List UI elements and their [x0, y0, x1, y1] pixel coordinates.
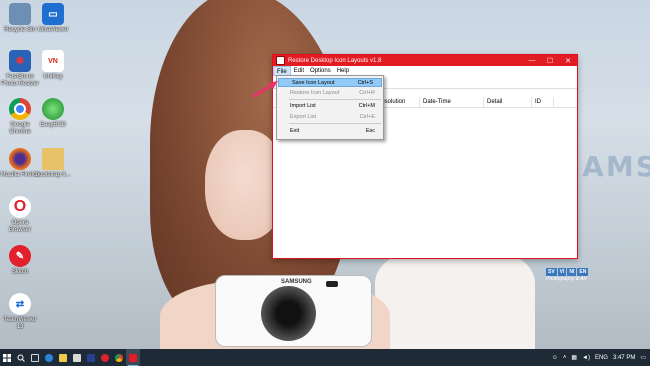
teamviewer-icon: ⇄ [9, 293, 31, 315]
camera-lens [261, 286, 316, 341]
menu-item-label: Restore Icon Layout [290, 89, 340, 96]
taskbar-photoshop-icon[interactable] [84, 349, 98, 366]
menu-item-shortcut: Ctrl+S [357, 79, 373, 86]
maximize-button[interactable]: ☐ [541, 57, 559, 65]
camera-brand: SAMSUNG [281, 279, 312, 285]
column-divider [531, 97, 532, 107]
notifications-icon[interactable]: ▭ [640, 354, 646, 361]
window-titlebar[interactable]: Restore Desktop Icon Layouts v1.8 — ☐ ✕ [273, 55, 577, 66]
menu-item-shortcut: Ctrl+R [359, 89, 375, 96]
logo-part: SV [546, 268, 557, 276]
desktop-icon-teamviewer[interactable]: ⇄ TeamViewer 13 [0, 293, 40, 331]
desktop-icon-bootstrap-folder[interactable]: bootstrap li... [33, 148, 73, 179]
easybcd-icon [42, 98, 64, 120]
logo-part: NI [567, 268, 577, 276]
logo-caption: Photography & Art [546, 276, 587, 282]
menu-item-shortcut: Esc [365, 127, 375, 134]
menu-item-shortcut: Ctrl+M [358, 102, 375, 109]
folder-icon [42, 148, 64, 170]
system-tray: ☺ ˄ ▦ ◄) ENG 3:47 PM ▭ [552, 349, 650, 366]
desktop-icon-unikey[interactable]: VN UniKey [33, 50, 73, 81]
network-icon[interactable]: ▦ [571, 354, 577, 361]
taskbar-opera-icon[interactable] [98, 349, 112, 366]
close-button[interactable]: ✕ [559, 57, 577, 65]
desktop-icon-easybcd[interactable]: EasyBCD [33, 98, 73, 129]
taskbar-file-explorer-icon[interactable] [56, 349, 70, 366]
minimize-button[interactable]: — [523, 57, 541, 64]
menu-separator [289, 99, 381, 100]
menu-item-exit[interactable]: Exit Esc [277, 126, 383, 135]
desktop-icon-skitch[interactable]: ✎ Skitch [0, 245, 40, 276]
taskbar-store-icon[interactable] [70, 349, 84, 366]
opera-icon: O [9, 196, 31, 218]
column-detail[interactable]: Detail [487, 99, 502, 105]
window-title: Restore Desktop Icon Layouts v1.8 [288, 57, 382, 64]
menu-item-save-icon-layout[interactable]: Save Icon Layout Ctrl+S [278, 78, 382, 87]
search-icon[interactable] [14, 349, 28, 366]
menu-separator [289, 123, 381, 124]
logo-part: VI [557, 268, 567, 276]
annotation-arrow-icon [252, 81, 278, 98]
app-icon [276, 56, 285, 65]
skitch-icon: ✎ [9, 245, 31, 267]
menu-item-shortcut: Ctrl+E [359, 113, 375, 120]
language-indicator[interactable]: ENG [595, 355, 608, 361]
taskbar-chrome-icon[interactable] [112, 349, 126, 366]
file-dropdown-menu: Save Icon Layout Ctrl+S Restore Icon Lay… [276, 75, 384, 140]
wallpaper-camera: SAMSUNG [215, 275, 372, 347]
tray-chevron-up-icon[interactable]: ˄ [563, 355, 567, 361]
windows-start-icon[interactable] [0, 349, 14, 366]
desktop-icon-label: bootstrap li... [35, 172, 71, 178]
ultraviewer-icon: ▭ [42, 3, 64, 25]
desktop-icon-opera[interactable]: O Opera Browser [0, 196, 40, 234]
desktop-icon-label: Opera Browser [8, 220, 31, 233]
menu-item-label: Export List [290, 113, 316, 120]
wallpaper-shirt [375, 250, 535, 349]
desktop-icon-label: TeamViewer 13 [3, 317, 37, 330]
desktop-icon-label: UltraViewer [37, 27, 69, 33]
menu-item-label: Import List [290, 102, 316, 109]
taskbar-edge-icon[interactable] [42, 349, 56, 366]
column-divider [419, 97, 420, 107]
menu-item-export-list[interactable]: Export List Ctrl+E [277, 112, 383, 121]
taskbar-task-view-icon[interactable] [28, 349, 42, 366]
recycle-bin-icon [9, 3, 31, 25]
wallpaper-logo: SV VI NI EN Photography & Art [546, 268, 594, 288]
menu-item-label: Exit [290, 127, 300, 134]
desktop-icon-label: EasyBCD [39, 122, 66, 128]
taskbar-restore-icon-layouts-icon[interactable] [126, 349, 140, 366]
people-icon[interactable]: ☺ [552, 355, 558, 361]
volume-icon[interactable]: ◄) [582, 355, 590, 361]
chrome-icon [9, 98, 31, 120]
faststone-icon: ✱ [9, 50, 31, 72]
desktop-icon-label: UniKey [43, 74, 63, 80]
camera-lcd [326, 281, 338, 287]
unikey-icon: VN [42, 50, 64, 72]
desktop-icon-label: Skitch [11, 269, 29, 275]
menu-item-restore-icon-layout[interactable]: Restore Icon Layout Ctrl+R [277, 88, 383, 97]
clock[interactable]: 3:47 PM [613, 355, 635, 361]
column-id[interactable]: ID [535, 99, 541, 105]
desktop-icon-ultraviewer[interactable]: ▭ UltraViewer [33, 3, 73, 34]
firefox-icon [9, 148, 31, 170]
column-divider [483, 97, 484, 107]
desktop-icon-label: Recycle Bin [4, 27, 36, 33]
menu-item-label: Save Icon Layout [292, 79, 335, 86]
logo-part: EN [577, 268, 589, 276]
column-date-time[interactable]: Date-Time [423, 99, 451, 105]
taskbar: ☺ ˄ ▦ ◄) ENG 3:47 PM ▭ [0, 349, 650, 366]
column-divider [553, 97, 554, 107]
menu-item-import-list[interactable]: Import List Ctrl+M [277, 101, 383, 110]
